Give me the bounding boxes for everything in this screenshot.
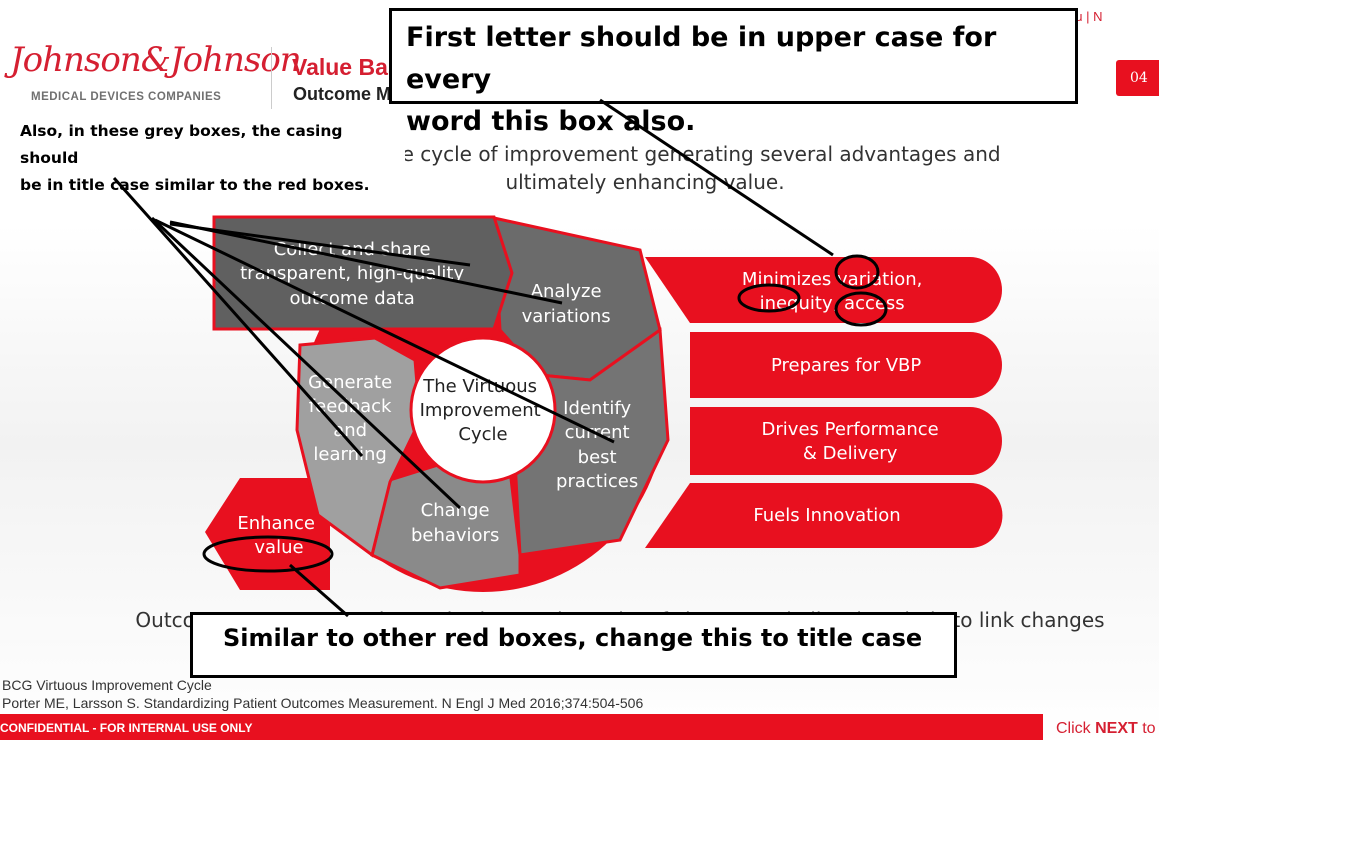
benefit-label: Minimizes variation, [742, 269, 922, 290]
benefit-label: Drives Performance [762, 419, 939, 440]
identify-label: practices [556, 471, 638, 492]
collect-label: transparent, high-quality [240, 263, 464, 284]
reference-line: Porter ME, Larsson S. Standardizing Pati… [2, 695, 644, 711]
callout-line: Also, in these grey boxes, the casing sh… [20, 122, 343, 167]
benefit-arrow [690, 407, 1002, 475]
annotation-callout-grey: Also, in these grey boxes, the casing sh… [20, 118, 405, 194]
enhance-value-arrow [205, 478, 330, 590]
callout-line: First letter should be in upper case for… [406, 22, 997, 95]
change-label: behaviors [411, 525, 499, 546]
callout-line: word this box also. [406, 106, 696, 137]
reference-line: BCG Virtuous Improvement Cycle [2, 677, 212, 693]
change-label: Change [421, 500, 490, 521]
benefit-label: & Delivery [803, 443, 898, 464]
callout-line: be in title case similar to the red boxe… [20, 176, 370, 194]
enhance-value-label: value [254, 537, 303, 558]
benefit-label: Prepares for VBP [771, 355, 921, 376]
analyze-label: variations [522, 306, 611, 327]
annotation-callout-top: First letter should be in upper case for… [389, 8, 1078, 137]
click-next-prompt[interactable]: Click NEXT to [1056, 720, 1156, 738]
cycle-center-label: Cycle [458, 424, 507, 445]
collect-label: outcome data [290, 288, 415, 309]
benefit-label: Fuels Innovation [753, 505, 900, 526]
identify-label: Identify [563, 398, 631, 419]
cycle-center-label: Improvement [420, 400, 541, 421]
enhance-value-label: Enhance [237, 513, 315, 534]
identify-label: best [578, 447, 617, 468]
analyze-label: Analyze [531, 281, 602, 302]
feedback-label: feedback [309, 396, 392, 417]
next-link[interactable]: NEXT [1095, 720, 1138, 737]
collect-label: Collect and share [274, 239, 431, 260]
annotation-callout-bottom: Similar to other red boxes, change this … [190, 612, 957, 678]
identify-label: current [565, 422, 630, 443]
click-prefix: Click [1056, 720, 1096, 737]
feedback-label: and [333, 420, 367, 441]
cycle-center-label: The Virtuous [422, 376, 537, 397]
feedback-label: learning [313, 444, 386, 465]
feedback-label: Generate [308, 372, 392, 393]
confidential-label: CONFIDENTIAL - FOR INTERNAL USE ONLY [0, 721, 253, 735]
benefit-label: inequity, access [760, 293, 905, 314]
click-suffix: to [1137, 720, 1156, 737]
